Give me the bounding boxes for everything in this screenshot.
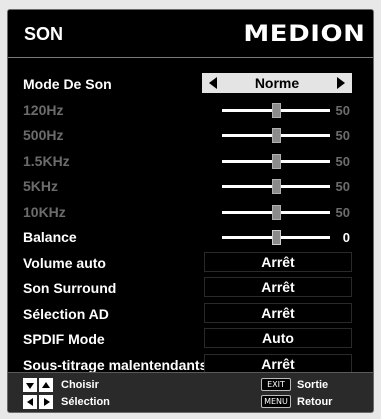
row-eq-1-5khz: 1.5KHz 50 — [8, 149, 373, 175]
slider-thumb — [271, 204, 281, 220]
eq-value: 50 — [335, 128, 350, 143]
hint-exit: EXIT Sortie — [261, 378, 328, 391]
slider-thumb — [271, 153, 281, 169]
row-eq-10khz: 10KHz 50 — [8, 200, 373, 226]
row-sound-mode[interactable]: Mode De Son Norme — [8, 72, 373, 98]
row-balance[interactable]: Balance 0 — [8, 225, 373, 251]
sound-menu: SON MEDION Mode De Son Norme 120Hz 50 50… — [7, 9, 374, 413]
balance-label: Balance — [23, 229, 77, 245]
eq-slider — [222, 102, 330, 118]
slider-thumb[interactable] — [271, 230, 281, 245]
row-ad-selection[interactable]: Sélection AD Arrêt — [8, 302, 373, 328]
row-eq-120hz: 120Hz 50 — [8, 98, 373, 124]
option-value-box[interactable]: Arrêt — [204, 353, 352, 374]
hint-back-label: Retour — [297, 395, 333, 408]
eq-label: 500Hz — [23, 127, 64, 143]
option-value: Arrêt — [261, 253, 295, 270]
option-label: Sélection AD — [23, 305, 109, 322]
slider-thumb — [271, 179, 281, 194]
brand-logo: MEDION — [242, 22, 365, 47]
triangle-up-icon — [39, 378, 53, 392]
option-value-box[interactable]: Arrêt — [204, 302, 352, 323]
option-value: Arrêt — [261, 279, 295, 295]
option-value: Arrêt — [261, 304, 295, 321]
balance-slider[interactable] — [222, 230, 330, 245]
triangle-right-icon — [39, 395, 53, 409]
hint-choose-label: Choisir — [61, 379, 99, 391]
eq-value: 50 — [335, 204, 350, 220]
menu-key-icon: MENU — [261, 395, 291, 408]
option-value-box[interactable]: Arrêt — [204, 277, 352, 297]
eq-slider — [222, 204, 330, 220]
page-title: SON — [24, 24, 64, 44]
option-value-box[interactable]: Auto — [204, 328, 352, 348]
balance-value: 0 — [342, 230, 350, 245]
eq-slider — [222, 179, 330, 194]
sound-mode-selector[interactable]: Norme — [202, 73, 352, 93]
sound-mode-label: Mode De Son — [23, 76, 112, 92]
option-label: Volume auto — [23, 254, 106, 271]
eq-label: 5KHz — [23, 178, 59, 194]
row-eq-5khz: 5KHz 50 — [8, 174, 373, 200]
row-auto-volume[interactable]: Volume auto Arrêt — [8, 251, 373, 277]
menu-header: SON MEDION — [8, 10, 373, 58]
option-value-box[interactable]: Arrêt — [204, 251, 352, 272]
hint-select: Sélection — [23, 395, 110, 409]
slider-thumb — [271, 102, 281, 118]
hint-exit-label: Sortie — [297, 378, 329, 391]
eq-slider — [222, 153, 330, 169]
triangle-left-icon — [23, 395, 37, 409]
eq-label: 1.5KHz — [23, 152, 70, 169]
eq-slider — [222, 128, 330, 143]
footer-hints: Choisir Sélection EXIT Sortie MENU Retou… — [8, 373, 373, 412]
row-spdif-mode[interactable]: SPDIF Mode Auto — [8, 327, 373, 353]
option-value: Arrêt — [261, 355, 295, 372]
settings-list: Mode De Son Norme 120Hz 50 500Hz 50 1.5K… — [8, 72, 373, 378]
triangle-down-icon — [23, 378, 37, 392]
eq-value: 50 — [335, 153, 350, 169]
option-label: Sous-titrage malentendants — [23, 356, 208, 373]
arrow-right-icon[interactable] — [337, 77, 345, 89]
option-value: Auto — [262, 330, 294, 346]
hint-choose: Choisir — [23, 378, 99, 392]
eq-label: 120Hz — [23, 101, 64, 118]
sound-mode-value: Norme — [254, 75, 300, 91]
slider-thumb — [271, 128, 281, 143]
option-label: Son Surround — [23, 280, 117, 296]
row-surround[interactable]: Son Surround Arrêt — [8, 276, 373, 302]
exit-key-icon: EXIT — [261, 378, 291, 391]
hint-select-label: Sélection — [61, 396, 110, 408]
row-eq-500hz: 500Hz 50 — [8, 123, 373, 149]
hint-back: MENU Retour — [261, 395, 332, 408]
eq-value: 50 — [335, 179, 350, 194]
option-label: SPDIF Mode — [23, 331, 105, 347]
eq-label: 10KHz — [23, 203, 66, 220]
eq-value: 50 — [335, 102, 350, 118]
